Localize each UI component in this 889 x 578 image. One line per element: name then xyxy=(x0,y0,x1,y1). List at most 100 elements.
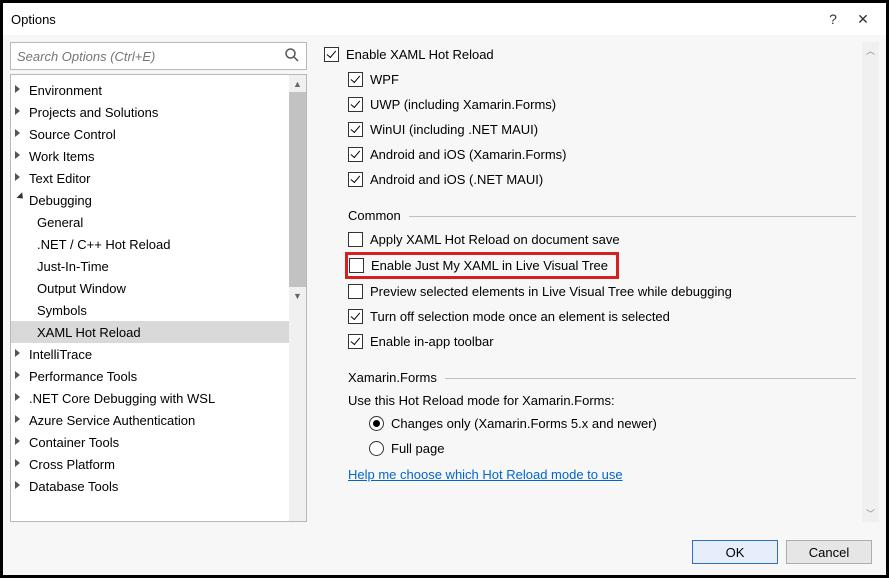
ok-button[interactable]: OK xyxy=(692,540,778,564)
help-icon[interactable]: ? xyxy=(818,11,848,27)
tree-inner: Environment Projects and Solutions Source … xyxy=(11,75,306,501)
inapp-toolbar-row[interactable]: Enable in-app toolbar xyxy=(348,329,856,354)
chevron-right-icon[interactable] xyxy=(15,459,25,469)
uwp-row[interactable]: UWP (including Xamarin.Forms) xyxy=(348,92,856,117)
divider xyxy=(445,378,856,379)
just-my-xaml-checkbox[interactable] xyxy=(349,258,364,273)
chevron-right-icon[interactable] xyxy=(15,437,25,447)
xamarin-header-label: Xamarin.Forms xyxy=(348,370,437,385)
enable-hot-reload-row[interactable]: Enable XAML Hot Reload xyxy=(324,42,856,67)
panel-scrollbar[interactable]: ︿ ﹀ xyxy=(862,42,879,522)
maui-android-ios-row[interactable]: Android and iOS (.NET MAUI) xyxy=(348,167,856,192)
preview-selected-checkbox[interactable] xyxy=(348,284,363,299)
settings-panel: Enable XAML Hot Reload WPF UWP (includin… xyxy=(314,42,879,522)
radio-full-row[interactable]: Full page xyxy=(369,436,856,461)
uwp-checkbox[interactable] xyxy=(348,97,363,112)
chevron-right-icon[interactable] xyxy=(15,173,25,183)
scroll-down-icon[interactable]: ▼ xyxy=(289,287,306,304)
chevron-right-icon[interactable] xyxy=(15,129,25,139)
tree-item[interactable]: IntelliTrace xyxy=(11,343,306,365)
inapp-toolbar-checkbox[interactable] xyxy=(348,334,363,349)
xamarin-group-header: Xamarin.Forms xyxy=(324,370,856,385)
wpf-label: WPF xyxy=(370,72,399,87)
tree-item-label: Azure Service Authentication xyxy=(29,413,195,428)
tree-item-label: Debugging xyxy=(29,193,92,208)
wpf-checkbox[interactable] xyxy=(348,72,363,87)
tree-item[interactable]: Azure Service Authentication xyxy=(11,409,306,431)
cancel-button[interactable]: Cancel xyxy=(786,540,872,564)
scroll-track[interactable] xyxy=(862,59,879,505)
chevron-right-icon[interactable] xyxy=(15,481,25,491)
radio-changes[interactable] xyxy=(369,416,384,431)
chevron-right-icon[interactable] xyxy=(15,151,25,161)
tree-subitem[interactable]: .NET / C++ Hot Reload xyxy=(11,233,306,255)
help-link[interactable]: Help me choose which Hot Reload mode to … xyxy=(348,467,856,482)
tree-item[interactable]: Database Tools xyxy=(11,475,306,497)
chevron-right-icon[interactable] xyxy=(15,349,25,359)
tree-item-label: Symbols xyxy=(37,303,87,318)
tree-subitem[interactable]: Just-In-Time xyxy=(11,255,306,277)
preview-selected-row[interactable]: Preview selected elements in Live Visual… xyxy=(348,279,856,304)
chevron-right-icon[interactable] xyxy=(15,371,25,381)
scroll-up-icon[interactable]: ▲ xyxy=(289,75,306,92)
tree-item-label: Just-In-Time xyxy=(37,259,109,274)
scroll-thumb[interactable] xyxy=(289,92,306,287)
dialog-buttons: OK Cancel xyxy=(3,529,886,575)
tree-item-label: Database Tools xyxy=(29,479,118,494)
tree-item[interactable]: Source Control xyxy=(11,123,306,145)
options-tree[interactable]: Environment Projects and Solutions Source … xyxy=(10,74,307,522)
winui-row[interactable]: WinUI (including .NET MAUI) xyxy=(348,117,856,142)
tree-item-label: .NET / C++ Hot Reload xyxy=(37,237,170,252)
inapp-toolbar-label: Enable in-app toolbar xyxy=(370,334,494,349)
tree-scrollbar[interactable]: ▲ ▼ xyxy=(289,75,306,521)
chevron-right-icon[interactable] xyxy=(15,415,25,425)
chevron-down-icon[interactable] xyxy=(15,195,25,205)
radio-changes-label: Changes only (Xamarin.Forms 5.x and newe… xyxy=(391,416,657,431)
winui-checkbox[interactable] xyxy=(348,122,363,137)
tree-item-label: Projects and Solutions xyxy=(29,105,158,120)
tree-item[interactable]: Environment xyxy=(11,79,306,101)
enable-hot-reload-checkbox[interactable] xyxy=(324,47,339,62)
xam-android-ios-checkbox[interactable] xyxy=(348,147,363,162)
tree-item-label: XAML Hot Reload xyxy=(37,325,141,340)
turn-off-selection-row[interactable]: Turn off selection mode once an element … xyxy=(348,304,856,329)
tree-item[interactable]: Projects and Solutions xyxy=(11,101,306,123)
just-my-xaml-highlight: Enable Just My XAML in Live Visual Tree xyxy=(345,252,619,279)
close-icon[interactable]: ✕ xyxy=(848,11,878,28)
settings-inner: Enable XAML Hot Reload WPF UWP (includin… xyxy=(314,42,862,522)
chevron-right-icon[interactable] xyxy=(15,393,25,403)
tree-subitem[interactable]: General xyxy=(11,211,306,233)
winui-label: WinUI (including .NET MAUI) xyxy=(370,122,538,137)
tree-item-label: Cross Platform xyxy=(29,457,115,472)
window-title: Options xyxy=(11,12,818,27)
tree-item[interactable]: Work Items xyxy=(11,145,306,167)
search-input[interactable] xyxy=(11,43,306,69)
xam-android-ios-row[interactable]: Android and iOS (Xamarin.Forms) xyxy=(348,142,856,167)
just-my-xaml-label: Enable Just My XAML in Live Visual Tree xyxy=(371,258,608,273)
apply-on-save-checkbox[interactable] xyxy=(348,232,363,247)
radio-changes-row[interactable]: Changes only (Xamarin.Forms 5.x and newe… xyxy=(369,411,856,436)
tree-item[interactable]: Performance Tools xyxy=(11,365,306,387)
tree-item[interactable]: .NET Core Debugging with WSL xyxy=(11,387,306,409)
chevron-right-icon[interactable] xyxy=(15,85,25,95)
scroll-down-icon[interactable]: ﹀ xyxy=(862,505,879,522)
search-box[interactable] xyxy=(10,42,307,70)
turn-off-selection-checkbox[interactable] xyxy=(348,309,363,324)
common-group-header: Common xyxy=(324,208,856,223)
scroll-up-icon[interactable]: ︿ xyxy=(862,42,879,59)
tree-subitem[interactable]: Symbols xyxy=(11,299,306,321)
radio-full[interactable] xyxy=(369,441,384,456)
maui-android-ios-checkbox[interactable] xyxy=(348,172,363,187)
apply-on-save-row[interactable]: Apply XAML Hot Reload on document save xyxy=(348,227,856,252)
tree-item-label: Text Editor xyxy=(29,171,90,186)
tree-item-label: Work Items xyxy=(29,149,95,164)
tree-item[interactable]: Container Tools xyxy=(11,431,306,453)
tree-item[interactable]: Cross Platform xyxy=(11,453,306,475)
tree-item[interactable]: Debugging xyxy=(11,189,306,211)
tree-item[interactable]: Text Editor xyxy=(11,167,306,189)
preview-selected-label: Preview selected elements in Live Visual… xyxy=(370,284,732,299)
wpf-row[interactable]: WPF xyxy=(348,67,856,92)
tree-subitem[interactable]: Output Window xyxy=(11,277,306,299)
tree-subitem[interactable]: XAML Hot Reload xyxy=(11,321,306,343)
chevron-right-icon[interactable] xyxy=(15,107,25,117)
